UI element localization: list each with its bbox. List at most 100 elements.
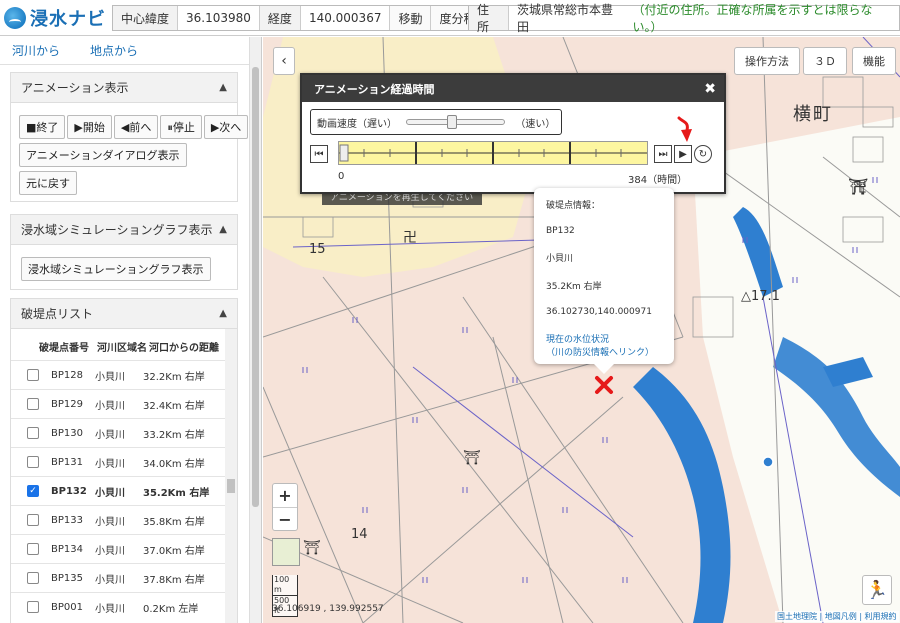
row-checkbox[interactable]: ✓ [27, 485, 39, 497]
end-button[interactable]: ■終了 [19, 115, 66, 139]
row-distance: 37.0Km 右岸 [143, 545, 205, 557]
map-credits[interactable]: 国土地理院 | 地図凡例 | 利用規約 [775, 611, 899, 622]
scale-100m: 100 m [272, 575, 298, 596]
row-checkbox[interactable] [27, 398, 39, 410]
row-id: BP135 [51, 572, 83, 584]
zoom-out-button[interactable]: − [273, 507, 297, 530]
address-label: 住所 [469, 3, 510, 34]
sidebar-tabs: 河川から 地点から [0, 37, 261, 65]
col-id: 破堤点番号 [39, 343, 89, 354]
table-row[interactable]: BP133 小貝川 35.8Km 右岸 [11, 505, 237, 534]
row-checkbox[interactable] [27, 572, 39, 584]
collapse-icon[interactable]: ▲ [219, 224, 227, 235]
speed-slider[interactable] [406, 115, 506, 129]
table-row[interactable]: ✓ BP132 小貝川 35.2Km 右岸 [11, 476, 237, 505]
row-checkbox[interactable] [27, 369, 39, 381]
sidebar-scrollbar[interactable] [249, 37, 261, 623]
repeat-icon[interactable]: ↻ [694, 145, 712, 163]
table-row[interactable]: BP001 小貝川 0.2Km 左岸 [11, 592, 237, 621]
row-id: BP132 [51, 485, 87, 497]
play-icon[interactable]: ▶ [674, 145, 692, 163]
temple-icon: 卍 [853, 180, 867, 196]
table-row[interactable]: BP134 小貝川 37.0Km 右岸 [11, 534, 237, 563]
table-row[interactable]: BP128 小貝川 32.2Km 右岸 [11, 360, 237, 389]
logo-drop-icon [4, 7, 26, 29]
zoom-in-button[interactable]: + [273, 484, 297, 507]
center-lat-label: 中心緯度 [113, 6, 179, 30]
lon-label: 経度 [259, 6, 301, 30]
start-button[interactable]: ▶開始 [67, 115, 112, 139]
popup-river: 小貝川 [546, 254, 574, 264]
address-text: 茨城県常総市本豊田 [517, 3, 614, 34]
next-button[interactable]: ▶次へ [203, 115, 249, 139]
collapse-icon[interactable]: ▲ [219, 82, 227, 93]
go-end-icon[interactable]: ⏭ [654, 145, 672, 163]
lon-input[interactable]: 140.000367 [301, 6, 391, 30]
logo[interactable]: 浸水ナビ [4, 4, 106, 32]
row-id: BP133 [51, 514, 83, 526]
timeline-start-value: 0 [338, 171, 345, 182]
row-distance: 37.8Km 右岸 [143, 574, 205, 586]
collapse-icon[interactable]: ▲ [219, 308, 227, 319]
help-button[interactable]: 操作方法 [734, 47, 800, 75]
tab-from-point[interactable]: 地点から [90, 42, 138, 59]
water-level-link-text: 現在の水位状況 [546, 335, 610, 345]
show-animation-dialog-button[interactable]: アニメーションダイアログ表示 [19, 143, 187, 167]
pedestrian-icon[interactable]: 🏃 [862, 575, 892, 605]
animation-dialog-titlebar[interactable]: アニメーション経過時間 ✖ [302, 75, 724, 102]
list-scrollbar[interactable] [225, 329, 237, 623]
svg-text:⛩: ⛩ [463, 450, 481, 466]
breach-panel: 破堤点リスト ▲ 破堤点番号 河川区域名 河口からの距離 BP128 小貝川 32.… [10, 298, 238, 623]
water-level-link[interactable]: 現在の水位状況 （川の防災情報へリンク） [546, 335, 654, 358]
col-river: 河川区域名 [97, 343, 147, 354]
header: 浸水ナビ 中心緯度 36.103980 経度 140.000367 移動 度分秒… [0, 0, 900, 36]
table-row[interactable]: BP131 小貝川 34.0Km 右岸 [11, 447, 237, 476]
speed-fast-label: （速い） [515, 118, 556, 130]
show-graph-button[interactable]: 浸水域シミュレーショングラフ表示 [21, 257, 211, 281]
graph-panel: 浸水域シミュレーショングラフ表示 ▲ 浸水域シミュレーショングラフ表示 [10, 214, 238, 290]
table-row[interactable]: BP130 小貝川 33.2Km 右岸 [11, 418, 237, 447]
row-checkbox[interactable] [27, 514, 39, 526]
sidebar: 河川から 地点から アニメーション表示 ▲ ■終了 ▶開始 ◀前へ ⏸停止 ▶次… [0, 37, 262, 623]
table-row[interactable]: BP135 小貝川 37.8Km 右岸 [11, 563, 237, 592]
animation-dialog-title: アニメーション経過時間 [314, 82, 435, 96]
speed-slow-label: 動画速度（遅い） [317, 118, 397, 130]
close-icon[interactable]: ✖ [704, 81, 716, 97]
animation-panel-title: アニメーション表示 [21, 81, 129, 95]
row-checkbox[interactable] [27, 427, 39, 439]
go-start-icon[interactable]: ⏮ [310, 145, 328, 163]
reset-button[interactable]: 元に戻す [19, 171, 77, 195]
minimap-toggle[interactable] [272, 538, 300, 566]
speed-control: 動画速度（遅い） （速い） [310, 109, 562, 135]
row-checkbox[interactable] [27, 456, 39, 468]
prev-button[interactable]: ◀前へ [113, 115, 159, 139]
breach-rows: BP128 小貝川 32.2Km 右岸 BP129 小貝川 32.4Km 右岸 BP130 小… [11, 360, 237, 621]
list-scroll-thumb[interactable] [227, 479, 235, 493]
breach-panel-header[interactable]: 破堤点リスト ▲ [11, 299, 237, 329]
row-id: BP001 [51, 601, 83, 613]
collapse-sidebar-button[interactable]: ‹ [273, 47, 295, 75]
timeline-slider[interactable] [338, 141, 648, 165]
table-row[interactable]: BP129 小貝川 32.4Km 右岸 [11, 389, 237, 418]
row-checkbox[interactable] [27, 601, 39, 613]
row-checkbox[interactable] [27, 543, 39, 555]
animation-panel: アニメーション表示 ▲ ■終了 ▶開始 ◀前へ ⏸停止 ▶次へ アニメーションダ… [10, 72, 249, 202]
lat-input[interactable]: 36.103980 [178, 6, 260, 30]
speed-slider-knob[interactable] [447, 115, 458, 129]
row-river: 小貝川 [95, 603, 125, 615]
graph-panel-header[interactable]: 浸水域シミュレーショングラフ表示 ▲ [11, 215, 237, 245]
stop-button[interactable]: ⏸停止 [160, 115, 202, 139]
3d-button[interactable]: ３Ｄ [803, 47, 847, 75]
sidebar-scroll-thumb[interactable] [252, 67, 259, 507]
row-river: 小貝川 [95, 371, 125, 383]
move-button[interactable]: 移動 [390, 6, 432, 30]
row-river: 小貝川 [95, 574, 125, 586]
row-river: 小貝川 [95, 400, 125, 412]
animation-panel-header[interactable]: アニメーション表示 ▲ [11, 73, 237, 103]
map-label-14: 14 [351, 527, 368, 542]
tab-from-river[interactable]: 河川から [12, 42, 60, 59]
function-button[interactable]: 機能 [852, 47, 896, 75]
breach-info-popup: 破堤点情報： BP132 小貝川 35.2Km 右岸 36.102730,140… [534, 188, 674, 374]
map-label-elevation: △17.1 [741, 289, 780, 304]
row-river: 小貝川 [95, 458, 125, 470]
